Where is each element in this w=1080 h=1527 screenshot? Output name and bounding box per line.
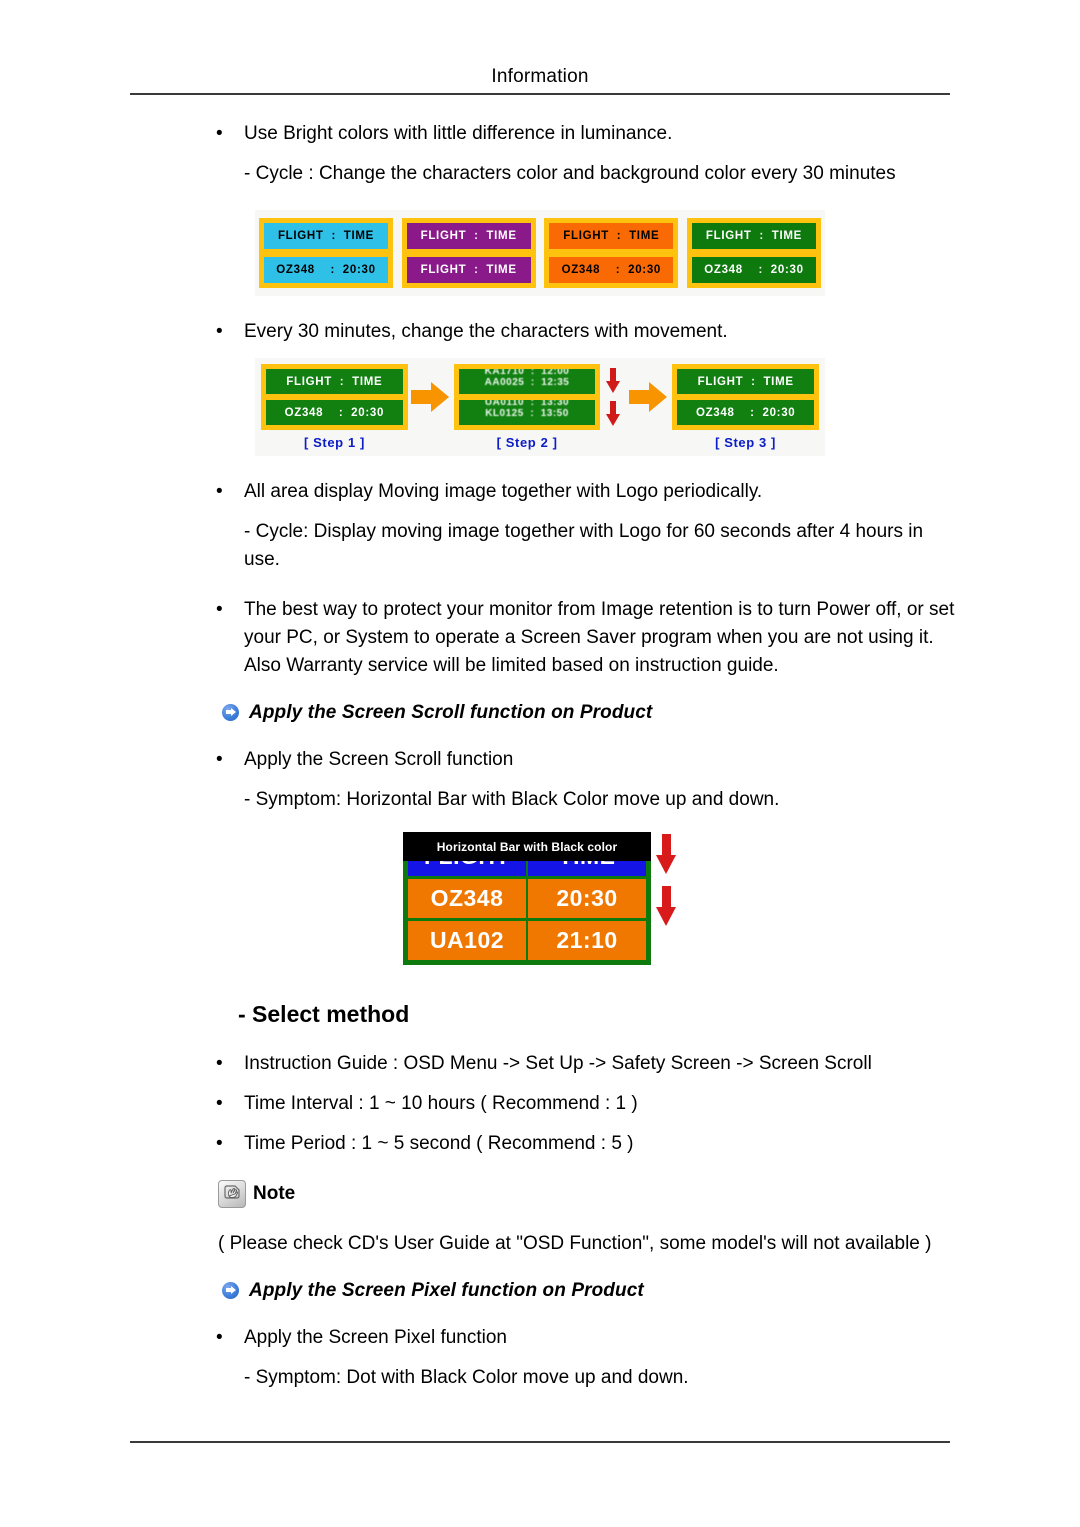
bullet-glyph: •: [216, 1133, 223, 1154]
board-row-header: FLIGHT : TIME: [691, 223, 816, 249]
step3-row-data: OZ348 : 20:30: [677, 400, 815, 425]
page-content: • Use Bright colors with little differen…: [0, 120, 1080, 1392]
down-arrow-icon: [655, 886, 677, 926]
scroll-row-data: OZ348 20:30: [408, 879, 646, 918]
section-heading-screen-scroll: Apply the Screen Scroll function on Prod…: [222, 702, 1080, 724]
list-item: • Instruction Guide : OSD Menu -> Set Up…: [216, 1050, 960, 1078]
bullet-glyph: •: [216, 599, 223, 620]
blue-arrow-icon: [222, 1281, 239, 1299]
list-item-label: All area display Moving image together w…: [244, 481, 763, 502]
step2-down-arrows: [600, 364, 626, 430]
cycle-note-2: - Cycle: Display moving image together w…: [244, 521, 924, 570]
footer-divider: [130, 1441, 950, 1443]
header-divider: [130, 93, 950, 95]
step1-board: FLIGHT : TIME OZ348 : 20:30: [261, 364, 408, 430]
down-arrow-icon: [605, 367, 621, 394]
list-item: • Time Period : 1 ~ 5 second ( Recommend…: [216, 1130, 960, 1158]
note-label: Note: [253, 1183, 296, 1204]
step1-row-data: OZ348 : 20:30: [266, 400, 403, 425]
list-item-label: Every 30 minutes, change the characters …: [244, 321, 728, 342]
board-row-data: OZ348 : 20:30: [691, 257, 816, 283]
document-page: Information • Use Bright colors with lit…: [0, 0, 1080, 1527]
scroll-cell-flight: OZ348: [408, 879, 526, 918]
list-item: • Use Bright colors with little differen…: [216, 120, 960, 148]
step-strip: FLIGHT : TIME OZ348 : 20:30 KA1710 : 12:…: [255, 358, 825, 432]
cycle-note-1: - Cycle : Change the characters color an…: [244, 163, 896, 184]
step3-board: FLIGHT : TIME OZ348 : 20:30: [672, 364, 820, 430]
page-header-title: Information: [491, 66, 589, 87]
flight-board-cyan: FLIGHT : TIME OZ348 : 20:30: [259, 218, 393, 288]
section-heading-label: Apply the Screen Scroll function on Prod…: [249, 702, 653, 723]
board-row-header: FLIGHT : TIME: [264, 223, 388, 249]
bullet-glyph: •: [216, 123, 223, 144]
list-item-label: Instruction Guide : OSD Menu -> Set Up -…: [244, 1053, 872, 1074]
board-row-header: FLIGHT : TIME: [549, 223, 674, 249]
step-label-3: [ Step 3 ]: [715, 435, 776, 450]
step1-row-header: FLIGHT : TIME: [266, 369, 403, 394]
list-item: • Apply the Screen Scroll function: [216, 746, 960, 774]
scroll-cell-time: 21:10: [528, 921, 646, 960]
blue-arrow-icon: [222, 703, 239, 721]
bullet-glyph: •: [216, 1053, 223, 1074]
flight-board-green: FLIGHT : TIME OZ348 : 20:30: [686, 218, 821, 288]
step2-board: KA1710 : 12:00 AA0025 : 12:35 UA0110 : 1…: [453, 364, 601, 430]
step2-scroll-line: AA0025 : 12:35: [484, 377, 570, 388]
symptom-screen-scroll: - Symptom: Horizontal Bar with Black Col…: [244, 789, 780, 810]
board-row-data: OZ348 : 20:30: [549, 257, 674, 283]
list-item-label: Use Bright colors with little difference…: [244, 123, 673, 144]
list-item-label: Apply the Screen Scroll function: [244, 749, 514, 770]
list-item: • Every 30 minutes, change the character…: [216, 318, 960, 346]
step-labels: [ Step 1 ] [ Step 2 ] [ Step 3 ]: [255, 432, 825, 456]
symptom-screen-pixel: - Symptom: Dot with Black Color move up …: [244, 1367, 689, 1388]
list-item-label: Apply the Screen Pixel function: [244, 1327, 507, 1348]
board-row-data: FLIGHT : TIME: [406, 257, 531, 283]
figure-color-cycle: FLIGHT : TIME OZ348 : 20:30 FLIGHT : TIM…: [255, 210, 825, 296]
down-arrow-icon: [655, 834, 677, 874]
bullet-glyph: •: [216, 321, 223, 342]
subsection-heading-select-method: - Select method: [238, 1001, 410, 1027]
step2-scroll-line: UA0110 : 13:30: [484, 400, 570, 408]
scroll-cell-time: 20:30: [528, 879, 646, 918]
step3-row-header: FLIGHT : TIME: [677, 369, 815, 394]
figure-step-sequence: FLIGHT : TIME OZ348 : 20:30 KA1710 : 12:…: [255, 358, 825, 456]
list-item-label: The best way to protect your monitor fro…: [244, 599, 955, 676]
step2-scroll-line: KL0125 : 13:50: [485, 408, 569, 419]
step-label-2: [ Step 2 ]: [496, 435, 558, 450]
step2-row-header: KA1710 : 12:00 AA0025 : 12:35: [458, 369, 596, 394]
list-item: • Apply the Screen Pixel function: [216, 1324, 960, 1352]
board-row-header: FLIGHT : TIME: [406, 223, 531, 249]
horizontal-black-bar: Horizontal Bar with Black color: [403, 832, 651, 861]
figure-screen-scroll: FLIGHT TIME OZ348 20:30 UA102 21:10 Hori…: [395, 826, 685, 971]
step2-scroll-line: KA1710 : 12:00: [484, 369, 570, 377]
list-item: • The best way to protect your monitor f…: [216, 596, 960, 680]
board-row-data: OZ348 : 20:30: [264, 257, 388, 283]
section-heading-screen-pixel: Apply the Screen Pixel function on Produ…: [222, 1280, 1080, 1302]
section-heading-label: Apply the Screen Pixel function on Produ…: [249, 1280, 644, 1301]
scroll-row-data: UA102 21:10: [408, 921, 646, 960]
note-text: ( Please check CD's User Guide at "OSD F…: [218, 1233, 932, 1254]
bullet-glyph: •: [216, 1093, 223, 1114]
list-item-label: Time Period : 1 ~ 5 second ( Recommend :…: [244, 1133, 634, 1154]
down-arrow-icon: [605, 400, 621, 427]
list-item-label: Time Interval : 1 ~ 10 hours ( Recommend…: [244, 1093, 638, 1114]
scroll-direction-arrows: [653, 834, 679, 926]
note-hand-icon: [218, 1180, 246, 1208]
flight-board-orange: FLIGHT : TIME OZ348 : 20:30: [544, 218, 679, 288]
note-block-header: Note: [218, 1180, 1080, 1208]
right-arrow-icon: [629, 380, 669, 414]
flight-board-purple: FLIGHT : TIME FLIGHT : TIME: [401, 218, 536, 288]
bullet-glyph: •: [216, 749, 223, 770]
list-item: • All area display Moving image together…: [216, 478, 960, 506]
bullet-glyph: •: [216, 481, 223, 502]
list-item: • Time Interval : 1 ~ 10 hours ( Recomme…: [216, 1090, 960, 1118]
bullet-glyph: •: [216, 1327, 223, 1348]
scroll-cell-flight: UA102: [408, 921, 526, 960]
step2-row-data: UA0110 : 13:30 KL0125 : 13:50: [458, 400, 596, 425]
right-arrow-icon: [410, 380, 451, 414]
step-label-1: [ Step 1 ]: [304, 435, 365, 450]
